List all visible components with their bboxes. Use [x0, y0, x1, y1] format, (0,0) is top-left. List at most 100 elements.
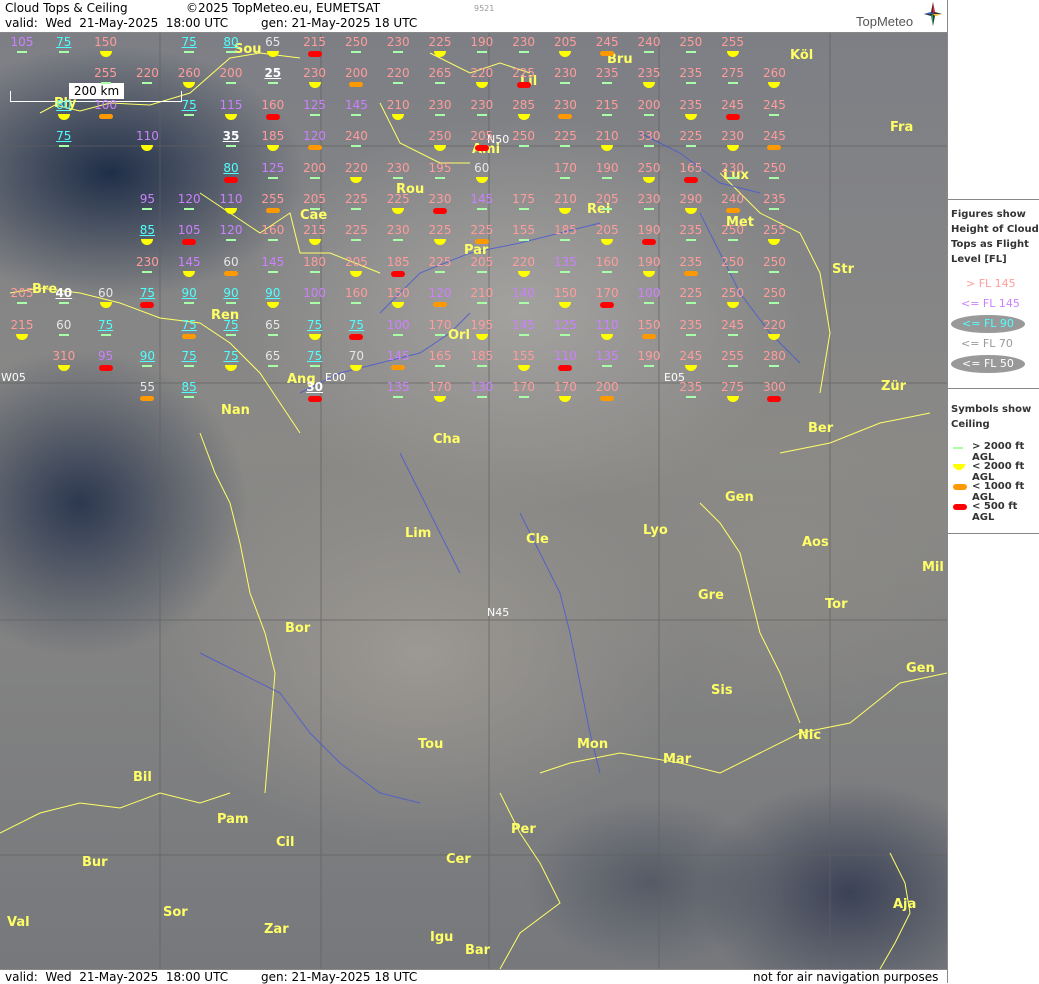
flight-level-value: 165	[679, 160, 703, 175]
flight-level-value: 250	[762, 254, 786, 269]
ceiling-symbol	[435, 113, 445, 116]
flight-level-value: 120	[177, 192, 201, 206]
ceiling-symbol	[267, 82, 278, 85]
ceiling-symbol	[727, 176, 738, 179]
flight-level-value: 80	[223, 160, 239, 175]
flight-level-value: 205	[595, 192, 619, 206]
city-label: Igu	[430, 930, 454, 945]
flight-level-value: 215	[303, 35, 327, 49]
ceiling-symbol	[769, 176, 780, 179]
city-label: Sor	[163, 905, 188, 920]
flight-level-value: 255	[721, 35, 745, 49]
flight-level-value: 75	[139, 286, 156, 301]
ceiling-symbol	[351, 208, 362, 210]
flight-level-value: 75	[181, 349, 197, 363]
flight-level-value: 235	[679, 254, 703, 269]
ceiling-symbol	[265, 208, 280, 213]
flight-level-value: 60	[56, 317, 72, 332]
ceiling-symbol	[435, 270, 445, 273]
ceiling-symbol	[558, 365, 573, 371]
flight-level-value: 160	[595, 254, 619, 269]
ceiling-symbol	[769, 113, 780, 116]
ceiling-symbol	[435, 333, 445, 336]
compass-star-icon	[924, 2, 942, 26]
flight-level-value: 235	[679, 97, 703, 112]
flight-level-value: 265	[428, 66, 452, 81]
flight-level-value: 200	[595, 380, 619, 395]
flight-level-value: 235	[595, 66, 619, 81]
ceiling-symbol	[140, 396, 155, 402]
flight-level-value: 245	[721, 317, 745, 332]
flight-level-value: 60	[97, 286, 114, 301]
flight-level-value: 245	[721, 97, 745, 112]
ceiling-symbol	[184, 51, 195, 53]
ceiling-symbol	[767, 145, 782, 151]
ceiling-symbol	[518, 51, 529, 53]
flight-level-value: 280	[762, 349, 786, 363]
ceiling-symbol	[182, 333, 197, 339]
flight-level-value: 125	[553, 317, 577, 332]
ceiling-symbol	[560, 239, 571, 242]
flight-level-value: 120	[303, 129, 327, 144]
flight-level-value: 255	[762, 223, 786, 238]
flight-level-value: 190	[637, 223, 661, 238]
city-label: Zür	[881, 379, 907, 394]
ceiling-symbol	[433, 208, 447, 214]
ceiling-symbol	[309, 302, 320, 305]
ceiling-symbol	[351, 239, 362, 242]
ceiling-symbol	[769, 270, 780, 273]
ceiling-symbol	[476, 208, 487, 210]
flight-level-value: 255	[721, 349, 745, 363]
valid-time-bottom: valid: Wed 21-May-2025 18:00 UTC	[5, 970, 229, 984]
city-label: Val	[7, 915, 30, 930]
city-label: Cle	[526, 532, 549, 547]
flight-level-value: 220	[512, 254, 536, 269]
city-label: Mil	[922, 560, 944, 575]
flight-level-value: 330	[637, 129, 661, 144]
flight-level-value: 230	[428, 192, 452, 206]
ceiling-symbol	[727, 333, 738, 336]
flight-level-value: 75	[56, 35, 72, 49]
ceiling-symbol	[17, 302, 27, 305]
ceiling-symbol	[518, 302, 529, 305]
flight-level-value: 210	[470, 286, 494, 301]
city-label: Ber	[808, 421, 834, 436]
flight-level-value: 220	[386, 66, 410, 81]
ceiling-symbol	[518, 396, 529, 399]
ceiling-symbol	[265, 113, 280, 120]
flight-level-value: 235	[679, 66, 703, 81]
ceiling-symbol	[226, 51, 236, 53]
flight-level-value: 250	[679, 35, 703, 49]
flight-level-value: 135	[553, 254, 577, 269]
ceiling-symbol	[184, 365, 195, 367]
flight-level-value: 75	[181, 317, 197, 332]
flight-level-value: 220	[344, 160, 368, 175]
logo-text: TopMeteo	[856, 14, 914, 29]
flight-level-value: 160	[344, 286, 368, 301]
ceiling-symbol	[433, 302, 447, 308]
legend-divider	[948, 199, 1039, 200]
ceiling-symbol	[267, 239, 278, 242]
ceiling-symbol	[267, 270, 278, 273]
flight-level-value: 260	[177, 66, 201, 81]
ceiling-symbol	[391, 270, 406, 277]
coord-label: N45	[487, 606, 510, 619]
satellite-map[interactable]: 200 km N50 E00 E05 W05 N45 Sou Ply Lil B…	[0, 33, 947, 969]
flight-level-value: 170	[428, 317, 452, 332]
flight-level-value: 80	[223, 35, 239, 49]
flight-level-value: 190	[637, 254, 661, 269]
flight-level-value: 210	[553, 192, 577, 206]
flight-level-value: 230	[386, 160, 410, 175]
flight-level-value: 245	[762, 129, 786, 144]
gen-time-top: gen: 21-May-2025 18 UTC	[261, 16, 418, 30]
city-label: Mar	[663, 752, 692, 767]
legend-divider	[948, 388, 1039, 389]
flight-level-value: 145	[344, 97, 368, 112]
flight-level-value: 80	[56, 97, 72, 112]
symbol-label: < 500 ft AGL	[972, 501, 1018, 523]
flight-level-value: 190	[470, 35, 494, 49]
flight-level-value: 170	[553, 380, 577, 395]
ceiling-symbol	[391, 365, 406, 370]
flight-level-value: 75	[97, 317, 114, 332]
ceiling-symbol	[435, 365, 445, 367]
